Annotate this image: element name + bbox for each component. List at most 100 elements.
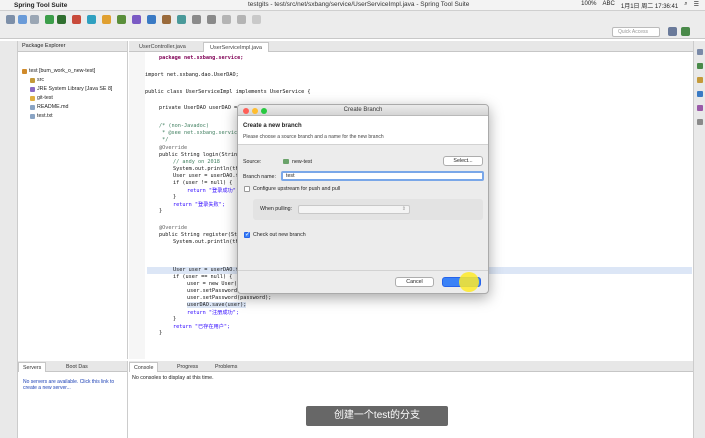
- close-window-icon[interactable]: [243, 108, 249, 114]
- forward-icon[interactable]: [237, 15, 246, 24]
- code-line: /* (non-Javadoc): [159, 123, 209, 129]
- perspective-icon[interactable]: [668, 27, 677, 36]
- code-line: User user = userDAO.f: [173, 267, 239, 273]
- package-explorer: Package Explorer test [bum_work_o_new-te…: [18, 41, 128, 359]
- task-list-icon[interactable]: [697, 63, 703, 69]
- run-icon[interactable]: [45, 15, 54, 24]
- external-tools-icon[interactable]: [132, 15, 141, 24]
- menu-bar: Spring Tool Suite testgits - test/src/ne…: [0, 0, 705, 11]
- debug-icon[interactable]: [57, 15, 66, 24]
- select-source-button[interactable]: Select...: [443, 156, 483, 166]
- save-icon[interactable]: [18, 15, 27, 24]
- create-server-link[interactable]: No servers are available. Click this lin…: [23, 379, 123, 391]
- quick-access-input[interactable]: Quick Access: [612, 27, 660, 37]
- package-explorer-tab-label: Package Explorer: [22, 43, 66, 49]
- library-icon: [30, 86, 35, 92]
- tab-servers[interactable]: Servers: [18, 362, 47, 372]
- dialog-divider: [238, 270, 488, 271]
- minimize-window-icon[interactable]: [252, 108, 258, 114]
- tab-problems[interactable]: Problems: [211, 362, 241, 372]
- create-branch-dialog: Create Branch Create a new branch Please…: [237, 104, 489, 294]
- select-arrows-icon: ⇕: [401, 206, 406, 212]
- package-explorer-tab[interactable]: Package Explorer: [18, 41, 127, 52]
- configure-upstream-checkbox[interactable]: [244, 186, 250, 192]
- tab-user-controller[interactable]: UserController.java: [133, 42, 192, 52]
- code-line: System.out.println(th: [173, 239, 239, 245]
- search-toolbar-icon[interactable]: [177, 15, 186, 24]
- dialog-subheading: Please choose a source branch and a name…: [243, 134, 384, 140]
- checkout-branch-checkbox[interactable]: [244, 231, 250, 238]
- tree-item-test-txt[interactable]: test.txt: [30, 113, 53, 119]
- code-line: user = new User(): [187, 281, 241, 287]
- spring-perspective-icon[interactable]: [681, 27, 690, 36]
- run-config-icon[interactable]: [117, 15, 126, 24]
- open-type-icon[interactable]: [162, 15, 171, 24]
- stop-icon[interactable]: [72, 15, 81, 24]
- input-method-indicator[interactable]: ABC: [603, 1, 615, 10]
- servers-tabs: Servers Boot Das: [18, 361, 127, 372]
- tree-item-label: test.txt: [37, 113, 53, 119]
- branch-name-input[interactable]: test: [281, 171, 484, 181]
- code-line: private UserDAO userDAO = ...: [159, 105, 250, 111]
- maximize-window-icon[interactable]: [261, 108, 267, 114]
- menu-list-icon[interactable]: ☰: [694, 1, 699, 10]
- console-message: No consoles to display at this time.: [132, 375, 214, 381]
- code-line: @Override: [159, 145, 188, 151]
- print-icon[interactable]: [30, 15, 39, 24]
- pin-icon[interactable]: [252, 15, 261, 24]
- tab-boot-dashboard[interactable]: Boot Das: [62, 362, 92, 372]
- app-menu[interactable]: Spring Tool Suite: [14, 2, 67, 9]
- cancel-button[interactable]: Cancel: [395, 277, 434, 287]
- dialog-header: Create a new branch Please choose a sour…: [238, 116, 488, 145]
- configure-upstream-label: Configure upstream for push and pull: [253, 186, 341, 192]
- left-trim-stack: [0, 41, 18, 438]
- code-line: }: [173, 194, 177, 200]
- dialog-title: Create Branch: [343, 107, 383, 113]
- tree-item-git-test[interactable]: git-test: [30, 95, 53, 101]
- tree-item-label: git-test: [37, 95, 53, 101]
- hierarchy-icon[interactable]: [697, 91, 703, 97]
- code-line: }: [173, 316, 177, 322]
- tab-user-service-impl[interactable]: UserServiceImpl.java: [203, 42, 269, 52]
- tab-label: Problems: [215, 364, 238, 370]
- clock[interactable]: 1月1日 周二 17:36:41: [621, 1, 678, 10]
- code-line: user.setPassword(password);: [187, 295, 272, 301]
- console-panel: Console Progress Problems No consoles to…: [129, 361, 693, 438]
- build-icon[interactable]: [102, 15, 111, 24]
- search-icon[interactable]: ⌕: [684, 1, 687, 10]
- tab-console[interactable]: Console: [129, 362, 159, 372]
- console-tabs: Console Progress Problems: [129, 361, 693, 372]
- when-pulling-label: When pulling:: [260, 206, 293, 212]
- code-line: userDAO.save(user);: [187, 302, 247, 308]
- when-pulling-select[interactable]: ⇕: [298, 205, 410, 214]
- mouse-cursor-highlight: [459, 272, 479, 292]
- declaration-icon[interactable]: [697, 119, 703, 125]
- tab-progress[interactable]: Progress: [173, 362, 202, 372]
- tree-item-src[interactable]: src: [30, 77, 44, 83]
- outline-icon[interactable]: [697, 49, 703, 55]
- back-icon[interactable]: [222, 15, 231, 24]
- tree-item-jre[interactable]: JRE System Library [Java SE 8]: [30, 86, 112, 92]
- spring-explorer-icon[interactable]: [697, 77, 703, 83]
- code-line: return "登录成功";: [187, 188, 239, 194]
- servers-panel: Servers Boot Das No servers are availabl…: [18, 361, 128, 438]
- code-line: User user = userDAO.f: [173, 173, 239, 179]
- javadoc-icon[interactable]: [697, 105, 703, 111]
- code-line: if (user == null) {: [173, 274, 233, 280]
- battery-percent[interactable]: 100%: [581, 1, 596, 10]
- tree-item-project[interactable]: test [bum_work_o_new-test]: [22, 68, 95, 74]
- previous-annotation-icon[interactable]: [207, 15, 216, 24]
- tab-label: Boot Das: [66, 364, 88, 370]
- tab-label: UserController.java: [139, 44, 186, 50]
- folder-icon: [30, 95, 35, 101]
- branch-name-label: Branch name:: [243, 174, 276, 180]
- code-line: System.out.println(th: [173, 166, 239, 172]
- next-annotation-icon[interactable]: [192, 15, 201, 24]
- tree-item-readme[interactable]: README.md: [30, 104, 69, 110]
- server-icon[interactable]: [87, 15, 96, 24]
- new-icon[interactable]: [6, 15, 15, 24]
- code-line: public class UserServiceImpl implements …: [145, 89, 311, 95]
- tree-item-label: test [bum_work_o_new-test]: [29, 68, 96, 74]
- editor-ruler[interactable]: [129, 52, 145, 359]
- new-java-class-icon[interactable]: [147, 15, 156, 24]
